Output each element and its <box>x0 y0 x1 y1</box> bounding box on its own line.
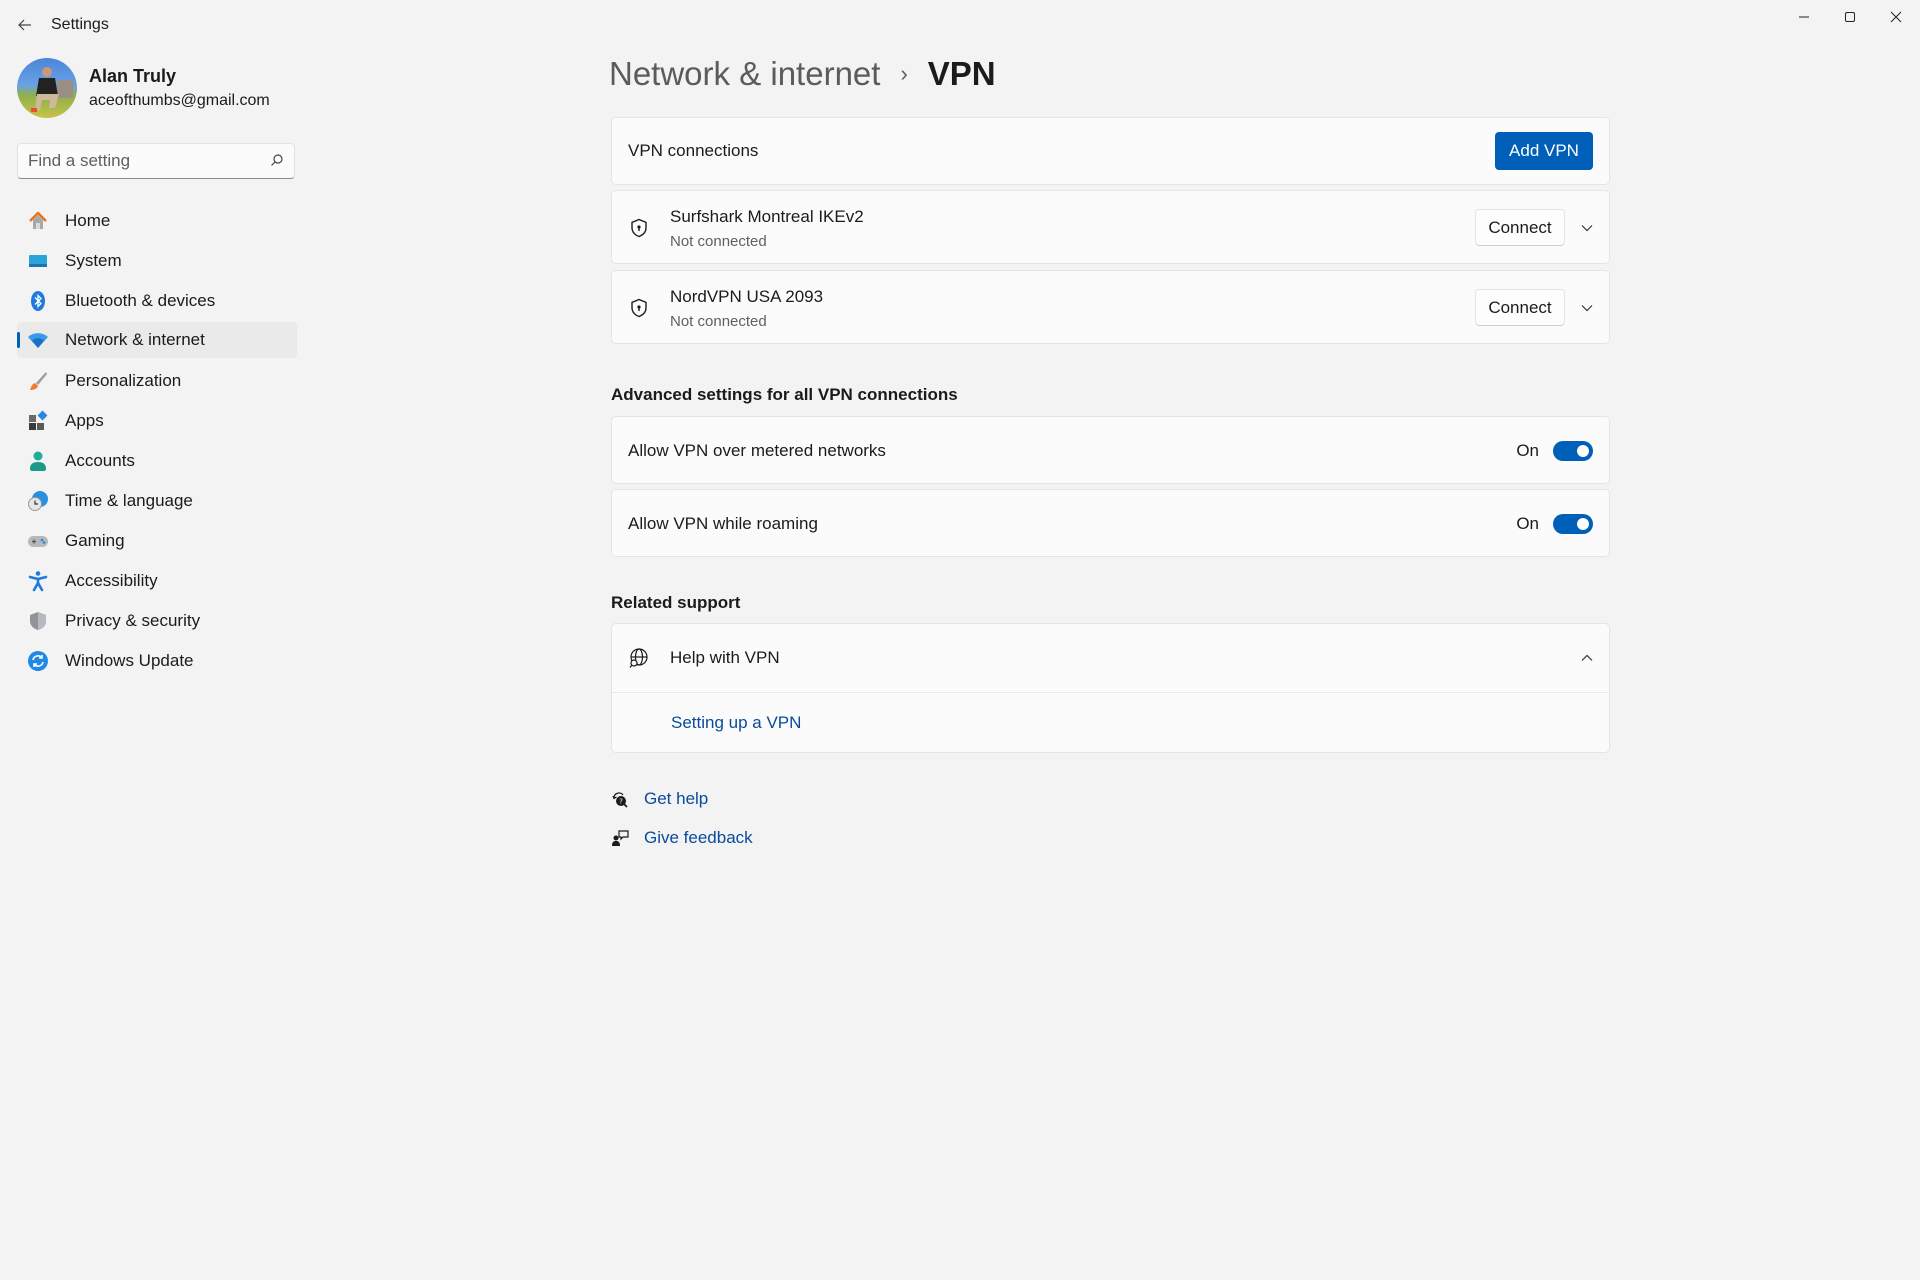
add-vpn-button[interactable]: Add VPN <box>1495 132 1593 170</box>
sidebar-item-label: System <box>65 251 122 270</box>
globe-search-icon <box>629 648 648 668</box>
vpn-connection-row[interactable]: Surfshark Montreal IKEv2 Not connected C… <box>611 190 1610 264</box>
sidebar-item-label: Home <box>65 211 111 230</box>
sidebar-item-bluetooth[interactable]: Bluetooth & devices <box>17 283 297 319</box>
give-feedback-link[interactable]: Give feedback <box>611 828 753 848</box>
update-icon <box>27 650 49 672</box>
back-button[interactable] <box>14 14 36 36</box>
sidebar-item-time-language[interactable]: Time & language <box>17 483 297 519</box>
sidebar-item-apps[interactable]: Apps <box>17 403 297 439</box>
wifi-icon <box>27 329 49 351</box>
chevron-down-icon[interactable] <box>1577 218 1597 238</box>
vpn-name: Surfshark Montreal IKEv2 <box>670 207 864 226</box>
sidebar-item-personalization[interactable]: Personalization <box>17 363 297 399</box>
apps-icon <box>27 410 49 432</box>
breadcrumb-parent[interactable]: Network & internet <box>609 55 880 93</box>
sidebar-item-gaming[interactable]: Gaming <box>17 523 297 559</box>
advanced-settings-heading: Advanced settings for all VPN connection… <box>611 385 958 404</box>
vpn-connections-label: VPN connections <box>628 141 759 160</box>
help-with-vpn-title: Help with VPN <box>670 648 780 667</box>
sidebar-item-label: Privacy & security <box>65 611 201 630</box>
get-help-link[interactable]: ? Get help <box>611 789 708 809</box>
metered-networks-toggle[interactable] <box>1553 441 1593 461</box>
sidebar-item-label: Personalization <box>65 371 182 390</box>
sidebar-item-system[interactable]: System <box>17 243 297 279</box>
gamepad-icon <box>27 530 49 552</box>
divider <box>612 692 1609 693</box>
get-help-icon: ? <box>612 792 628 808</box>
maximize-icon <box>1845 12 1855 22</box>
connect-button[interactable]: Connect <box>1475 209 1565 246</box>
close-icon <box>1890 11 1902 23</box>
app-title: Settings <box>51 16 109 33</box>
avatar[interactable] <box>17 58 77 118</box>
setting-label: Allow VPN over metered networks <box>628 441 886 460</box>
sidebar-item-label: Apps <box>65 411 104 430</box>
breadcrumb: Network & internet › VPN <box>609 55 996 93</box>
toggle-state-label: On <box>1516 514 1539 533</box>
user-name: Alan Truly <box>89 66 177 86</box>
chevron-up-icon[interactable] <box>1577 648 1597 668</box>
home-icon <box>27 210 49 232</box>
metered-networks-setting: Allow VPN over metered networks On <box>611 416 1610 484</box>
sidebar-item-label: Accessibility <box>65 571 158 590</box>
roaming-setting: Allow VPN while roaming On <box>611 489 1610 557</box>
vpn-status: Not connected <box>670 233 767 250</box>
svg-text:?: ? <box>619 798 623 806</box>
setting-up-vpn-link[interactable]: Setting up a VPN <box>671 713 801 733</box>
maximize-button[interactable] <box>1830 4 1870 30</box>
search-box[interactable] <box>17 143 295 179</box>
minimize-icon <box>1799 16 1809 18</box>
sidebar-item-label: Windows Update <box>65 651 194 670</box>
sidebar-item-label: Bluetooth & devices <box>65 291 216 310</box>
give-feedback-label[interactable]: Give feedback <box>644 828 753 848</box>
brush-icon <box>27 370 49 392</box>
accounts-icon <box>27 450 49 472</box>
get-help-label[interactable]: Get help <box>644 789 708 809</box>
shield-icon <box>27 610 49 632</box>
vpn-shield-icon <box>631 298 647 318</box>
sidebar-item-accessibility[interactable]: Accessibility <box>17 563 297 599</box>
close-button[interactable] <box>1876 4 1916 30</box>
connect-button[interactable]: Connect <box>1475 289 1565 326</box>
sidebar-item-home[interactable]: Home <box>17 203 297 239</box>
setting-label: Allow VPN while roaming <box>628 514 818 533</box>
system-icon <box>27 250 49 272</box>
sidebar-item-label: Network & internet <box>65 330 205 349</box>
roaming-toggle[interactable] <box>1553 514 1593 534</box>
search-icon[interactable] <box>270 153 284 167</box>
user-email: aceofthumbs@gmail.com <box>89 92 270 109</box>
toggle-state-label: On <box>1516 441 1539 460</box>
sidebar-item-label: Gaming <box>65 531 125 550</box>
bluetooth-icon <box>27 290 49 312</box>
chevron-down-icon[interactable] <box>1577 298 1597 318</box>
chevron-right-icon: › <box>900 61 908 86</box>
avatar-photo <box>31 67 73 112</box>
selected-indicator <box>17 332 20 348</box>
help-with-vpn-card: Help with VPN Setting up a VPN <box>611 623 1610 753</box>
sidebar-item-privacy[interactable]: Privacy & security <box>17 603 297 639</box>
vpn-connection-row[interactable]: NordVPN USA 2093 Not connected Connect <box>611 270 1610 344</box>
sidebar-item-label: Time & language <box>65 491 193 510</box>
related-support-heading: Related support <box>611 593 741 612</box>
vpn-status: Not connected <box>670 313 767 330</box>
time-language-icon <box>27 490 49 512</box>
back-arrow-icon <box>18 19 31 31</box>
vpn-connections-card: VPN connections Add VPN <box>611 117 1610 185</box>
vpn-name: NordVPN USA 2093 <box>670 287 824 306</box>
page-title: VPN <box>927 55 996 92</box>
accessibility-icon <box>27 570 49 592</box>
sidebar-item-accounts[interactable]: Accounts <box>17 443 297 479</box>
sidebar-item-label: Accounts <box>65 451 135 470</box>
vpn-shield-icon <box>631 218 647 238</box>
sidebar-item-windows-update[interactable]: Windows Update <box>17 643 297 679</box>
help-with-vpn-header[interactable]: Help with VPN <box>612 624 1609 692</box>
minimize-button[interactable] <box>1784 4 1824 30</box>
sidebar-item-network[interactable]: Network & internet <box>17 322 297 358</box>
give-feedback-icon <box>612 830 629 846</box>
search-input[interactable] <box>18 144 268 178</box>
